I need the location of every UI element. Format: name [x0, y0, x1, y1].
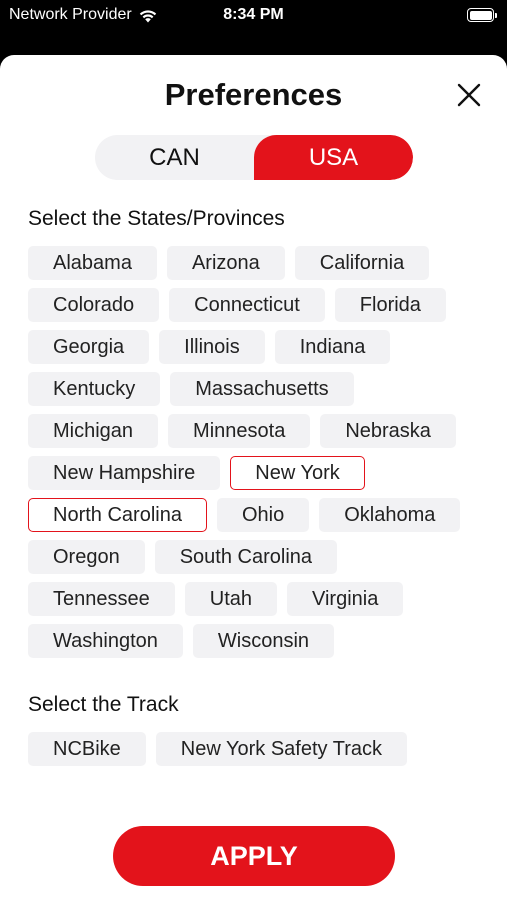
- close-button[interactable]: [455, 81, 483, 109]
- state-chip-utah[interactable]: Utah: [184, 582, 277, 616]
- battery-fill: [469, 10, 492, 20]
- state-chip-nebraska[interactable]: Nebraska: [320, 414, 456, 448]
- segment-usa[interactable]: USA: [254, 135, 413, 180]
- state-chip-north-carolina[interactable]: North Carolina: [28, 498, 207, 532]
- apply-button[interactable]: APPLY: [113, 826, 395, 886]
- state-chip-minnesota[interactable]: Minnesota: [168, 414, 311, 448]
- status-bar: Network Provider 8:34 PM: [0, 0, 507, 34]
- state-chip-ohio[interactable]: Ohio: [216, 498, 310, 532]
- country-toggle: CAN USA: [95, 135, 413, 180]
- battery-icon: [467, 8, 497, 22]
- state-chip-alabama[interactable]: Alabama: [28, 246, 157, 280]
- state-chip-virginia[interactable]: Virginia: [287, 582, 404, 616]
- state-chip-wisconsin[interactable]: Wisconsin: [192, 624, 335, 658]
- state-chip-south-carolina[interactable]: South Carolina: [154, 540, 338, 574]
- state-chip-new-york[interactable]: New York: [230, 456, 365, 490]
- state-chip-massachusetts[interactable]: Massachusetts: [170, 372, 354, 406]
- state-chip-connecticut[interactable]: Connecticut: [169, 288, 325, 322]
- state-chip-illinois[interactable]: Illinois: [159, 330, 265, 364]
- track-heading: Select the Track: [28, 693, 179, 716]
- state-chip-oregon[interactable]: Oregon: [28, 540, 145, 574]
- preferences-sheet: Preferences CAN USA Select the States/Pro…: [0, 55, 507, 900]
- state-chip-colorado[interactable]: Colorado: [28, 288, 160, 322]
- state-chip-michigan[interactable]: Michigan: [28, 414, 159, 448]
- state-chip-florida[interactable]: Florida: [334, 288, 446, 322]
- state-chip-indiana[interactable]: Indiana: [274, 330, 391, 364]
- state-chip-arizona[interactable]: Arizona: [166, 246, 285, 280]
- state-chip-georgia[interactable]: Georgia: [28, 330, 150, 364]
- state-chip-oklahoma[interactable]: Oklahoma: [319, 498, 461, 532]
- track-chip-group: NCBike New York Safety Track: [28, 732, 488, 766]
- states-chip-group: Alabama Arizona California Colorado Connecti…: [28, 246, 488, 658]
- states-heading: Select the States/Provinces: [28, 207, 285, 230]
- state-chip-kentucky[interactable]: Kentucky: [28, 372, 161, 406]
- status-time: 8:34 PM: [223, 6, 284, 23]
- state-chip-california[interactable]: California: [294, 246, 430, 280]
- state-chip-tennessee[interactable]: Tennessee: [28, 582, 175, 616]
- close-icon: [457, 83, 481, 107]
- track-chip-new-york-safety-track[interactable]: New York Safety Track: [155, 732, 407, 766]
- state-chip-washington[interactable]: Washington: [28, 624, 183, 658]
- segment-can[interactable]: CAN: [95, 135, 254, 180]
- state-chip-new-hampshire[interactable]: New Hampshire: [28, 456, 221, 490]
- track-chip-ncbike[interactable]: NCBike: [28, 732, 146, 766]
- sheet-title: Preferences: [164, 77, 343, 112]
